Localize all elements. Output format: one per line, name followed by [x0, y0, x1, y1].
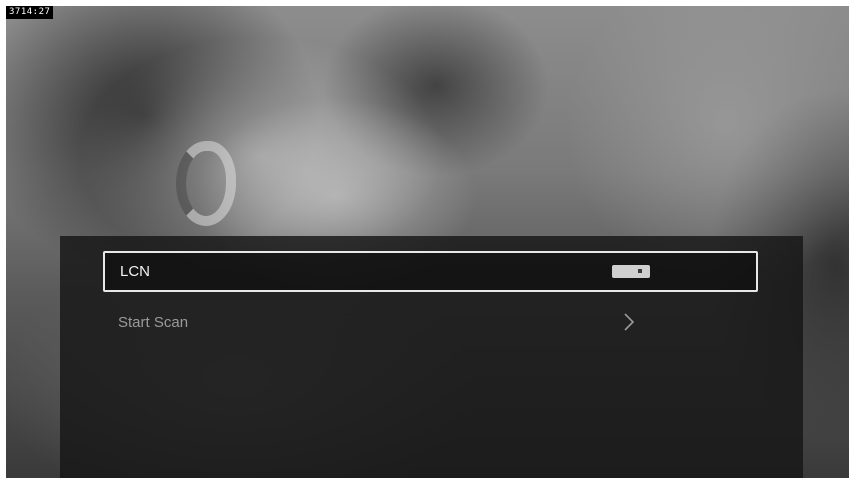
menu-item-lcn[interactable]: LCN	[103, 251, 758, 292]
background-photo-detail	[176, 141, 236, 226]
channel-scan-menu: LCN Start Scan	[60, 236, 803, 478]
timestamp-overlay: 3714:27	[6, 6, 54, 19]
tv-screen: 3714:27 LCN Start Scan	[6, 6, 849, 478]
toggle-knob	[638, 269, 642, 273]
menu-item-label: Start Scan	[118, 314, 189, 331]
lcn-toggle-switch[interactable]	[612, 265, 650, 278]
menu-item-start-scan[interactable]: Start Scan	[103, 302, 758, 343]
chevron-right-icon	[624, 313, 635, 331]
menu-item-label: LCN	[120, 263, 151, 280]
